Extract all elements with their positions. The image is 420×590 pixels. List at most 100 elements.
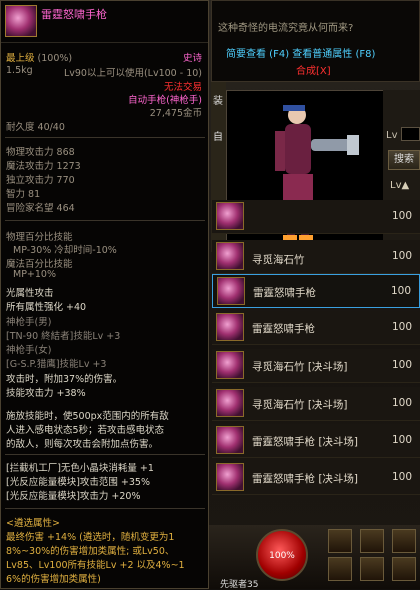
grade-pct: (100%) — [37, 53, 73, 64]
list-item[interactable]: 寻觅海石竹 [决斗场] 100 — [212, 349, 420, 383]
search-button[interactable]: 搜索 — [388, 150, 420, 170]
choose-detail: 8%~30%的伤害增加类属性; 或Lv50、 — [6, 546, 175, 557]
pistol-icon — [5, 5, 37, 37]
item-level: 100 — [391, 359, 412, 371]
item-icon — [216, 313, 244, 341]
skill-mod: [拦截机工厂]无色小晶块消耗量 +1 — [6, 463, 154, 474]
skill-mod: [光反应能量模块]攻击范围 +35% — [6, 477, 151, 488]
magic-skill-detail: MP+10% — [13, 269, 57, 280]
level-req: Lv90以上可以使用(Lv100 - 10) — [63, 68, 202, 79]
skill-slot[interactable] — [328, 557, 352, 581]
item-name: 寻觅海石竹 [决斗场] — [252, 399, 348, 411]
grade-text: 最上级 — [6, 53, 35, 64]
list-item[interactable]: 寻觅海石竹 100 — [212, 240, 420, 274]
item-name: 雷霆怒啸手枪 — [41, 8, 107, 21]
skill-slot[interactable] — [328, 529, 352, 553]
stat-value: 868 — [56, 147, 75, 158]
choose-detail: 6%的伤害增加类属性) — [6, 574, 101, 585]
item-info-bar: 这种奇怪的电流究竟从何而来? 简要查看 (F4) 查看普通属性 (F8) 合成[… — [211, 0, 420, 82]
stat-label: 智力 — [6, 189, 26, 200]
item-name: 雷霆怒啸手枪 [决斗场] — [252, 436, 359, 448]
light-attribute: 光属性攻击 — [6, 288, 54, 299]
list-item[interactable]: 100 — [212, 200, 420, 234]
skill-slot[interactable] — [392, 529, 416, 553]
item-level: 100 — [391, 471, 412, 483]
merge-link[interactable]: 合成[X] — [296, 62, 331, 77]
all-attribute: 所有属性强化 +40 — [6, 302, 87, 313]
item-name: 雷霆怒啸手枪 [决斗场] — [252, 473, 359, 485]
weight-label: 1.5kg — [6, 65, 33, 76]
item-icon — [216, 202, 244, 230]
item-icon — [216, 389, 244, 417]
stat-value: 770 — [56, 175, 75, 186]
trade-status: 无法交易 — [163, 82, 202, 93]
skill-mod: [光反应能量模块]攻击力 +20% — [6, 491, 141, 502]
grade-label: 最上级 (100%) — [6, 50, 72, 64]
item-icon — [217, 277, 245, 305]
choose-title: <遴选属性> — [6, 518, 60, 529]
phys-skill-title: 物理百分比技能 — [6, 232, 73, 243]
item-icon — [216, 426, 244, 454]
divider — [5, 220, 205, 221]
gunner-female-skill: [G-S.P.猎鹰]技能Lv +3 — [6, 359, 107, 370]
divider — [5, 508, 205, 509]
item-level: 100 — [390, 285, 411, 297]
item-level: 100 — [391, 321, 412, 333]
price: 27,475金币 — [149, 108, 202, 119]
tooltip-header: 雷霆怒啸手枪 — [1, 1, 208, 43]
gunner-male: 神枪手(男) — [6, 317, 52, 328]
list-item[interactable]: 寻觅海石竹 [决斗场] 100 — [212, 387, 420, 421]
item-icon — [216, 351, 244, 379]
list-item[interactable]: 雷霆怒啸手枪 [决斗场] 100 — [212, 424, 420, 458]
stat-label: 独立攻击力 — [6, 175, 54, 186]
item-icon — [216, 463, 244, 491]
phys-skill-detail: MP-30% 冷却时间-10% — [13, 245, 117, 256]
stat-row: 独立攻击力 770 — [6, 172, 75, 186]
item-level: 100 — [391, 397, 412, 409]
item-tooltip: 雷霆怒啸手枪 最上级 (100%) 史诗 1.5kg Lv90以上可以使用(Lv… — [0, 0, 209, 589]
stat-label: 冒险家名望 — [6, 203, 54, 214]
effect-desc: 人进入感电状态5秒；若攻击感电状态 — [6, 425, 165, 436]
stat-row: 冒险家名望 464 — [6, 200, 75, 214]
skill-slot[interactable] — [392, 557, 416, 581]
tab-equip[interactable]: 装 — [213, 92, 223, 107]
durability: 耐久度 40/40 — [6, 122, 65, 133]
lv-label: Lv — [386, 130, 398, 141]
gunner-male-skill: [TN-90 終結者]技能Lv +3 — [6, 331, 121, 342]
rarity-label: 史诗 — [182, 53, 202, 64]
skill-slot[interactable] — [360, 557, 384, 581]
choose-detail: 最终伤害 +14% (遴选时，随机变更为1 — [6, 532, 175, 543]
effect-desc: 的敌人，则每次攻击会附加点伤害。 — [6, 439, 159, 450]
attack-extra: 攻击时，附加37%的伤害。 — [6, 374, 123, 385]
stat-value: 1273 — [56, 161, 81, 172]
list-item[interactable]: 雷霆怒啸手枪 100 — [212, 311, 420, 345]
gunner-female: 神枪手(女) — [6, 345, 52, 356]
tab-auto[interactable]: 自 — [213, 128, 223, 143]
item-level: 100 — [391, 250, 412, 262]
item-name: 寻觅海石竹 — [252, 254, 305, 266]
stat-row: 魔法攻击力 1273 — [6, 158, 81, 172]
list-item[interactable]: 雷霆怒啸手枪 100 — [212, 274, 420, 308]
lv-input[interactable] — [401, 127, 420, 141]
item-name: 雷霆怒啸手枪 — [252, 323, 315, 335]
choose-detail: Lv85、Lv100所有技能Lv +2 以及4%~1 — [6, 560, 185, 571]
effect-desc: 施放技能时，使500px范围内的所有敌 — [6, 411, 169, 422]
skill-slot[interactable] — [360, 529, 384, 553]
item-icon — [216, 242, 244, 270]
item-flavor-question: 这种奇怪的电流究竟从何而来? — [218, 23, 354, 34]
item-level: 100 — [391, 434, 412, 446]
stat-value: 81 — [28, 189, 41, 200]
magic-skill-title: 魔法百分比技能 — [6, 259, 73, 270]
stat-row: 智力 81 — [6, 186, 40, 200]
stat-label: 物理攻击力 — [6, 147, 54, 158]
list-item[interactable]: 雷霆怒啸手枪 [决斗场] 100 — [212, 461, 420, 495]
view-toggle-link[interactable]: 简要查看 (F4) 查看普通属性 (F8) — [226, 45, 375, 60]
stat-value: 464 — [56, 203, 75, 214]
hp-orb: 100% — [256, 529, 308, 581]
item-level: 100 — [391, 210, 412, 222]
lv-sort-header[interactable]: Lv▲ — [390, 180, 409, 191]
divider — [5, 137, 205, 138]
stat-label: 魔法攻击力 — [6, 161, 54, 172]
weapon-type: 自动手枪(神枪手) — [128, 92, 202, 106]
skill-attack: 技能攻击力 +38% — [6, 388, 86, 399]
